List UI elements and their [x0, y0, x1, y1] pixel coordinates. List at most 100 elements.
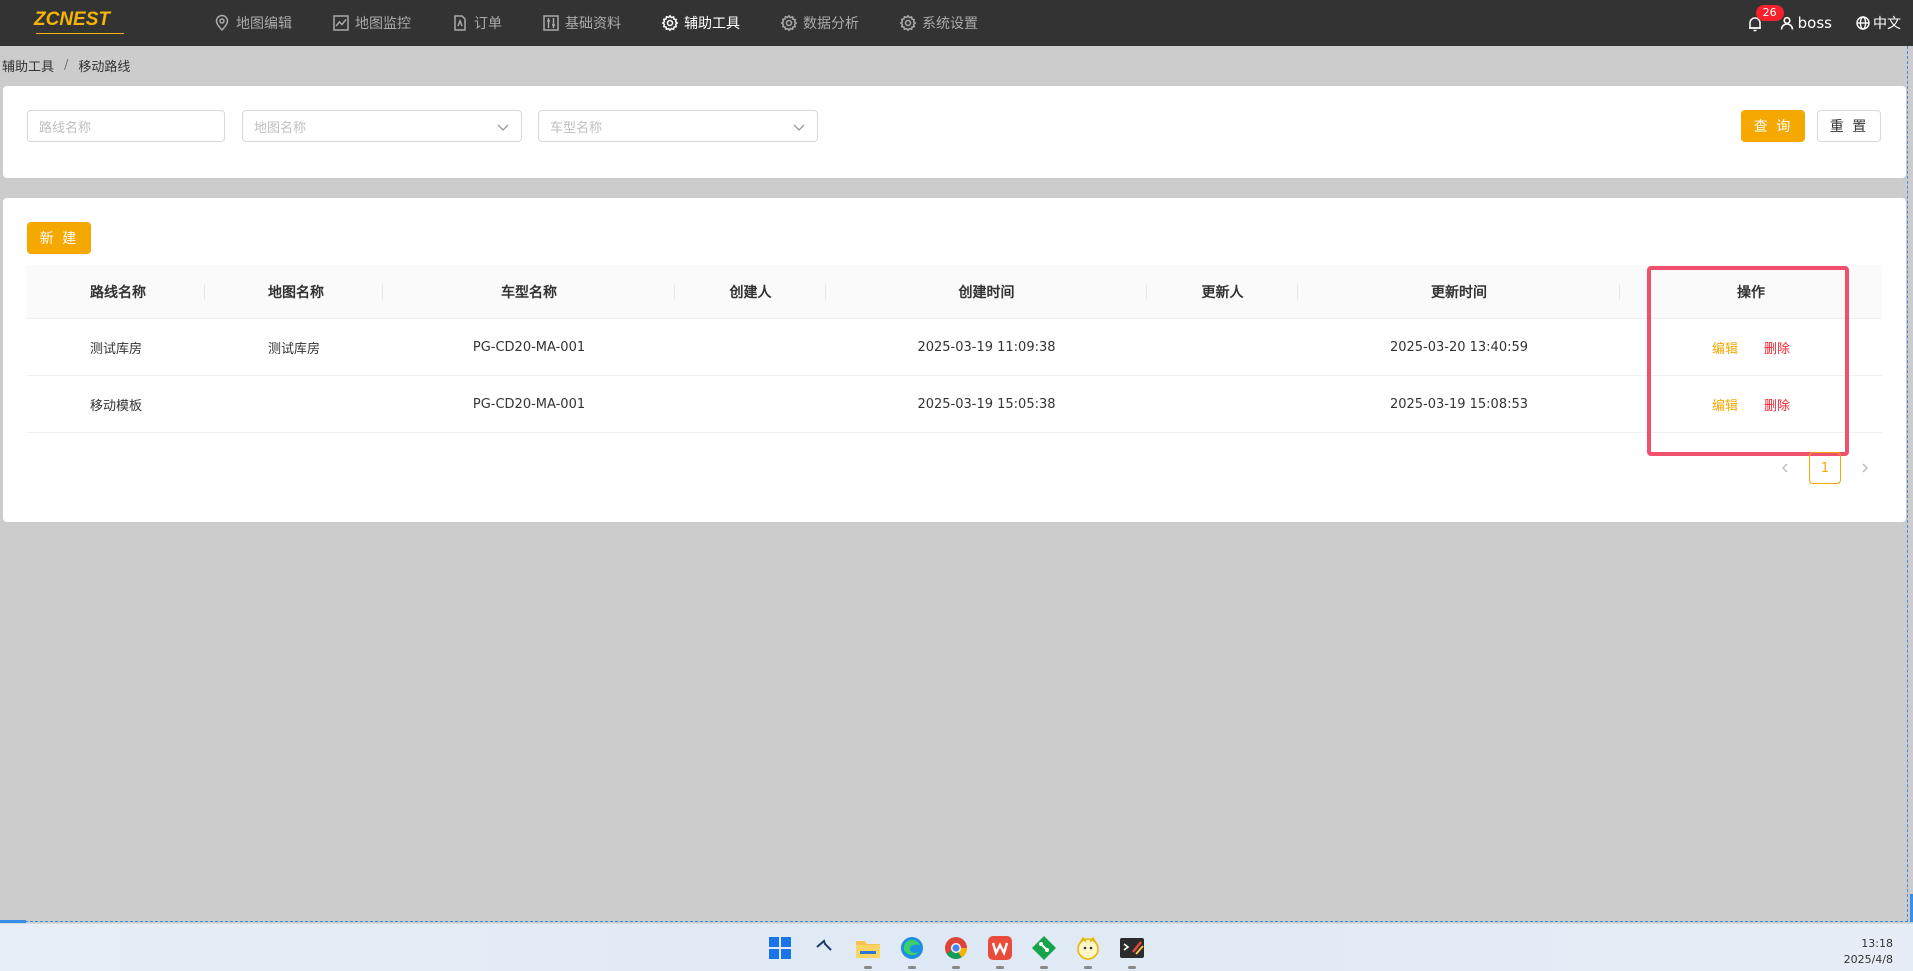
column-header-created-time: 创建时间 [826, 265, 1147, 318]
query-button[interactable]: 查 询 [1741, 110, 1805, 142]
nav-label: 数据分析 [803, 16, 859, 32]
column-header-updated-time: 更新时间 [1298, 265, 1620, 318]
language-label: 中文 [1873, 16, 1901, 32]
gear-icon [780, 14, 798, 32]
nav-label: 地图编辑 [236, 16, 292, 32]
user-name: boss [1797, 14, 1832, 32]
delete-link[interactable]: 删除 [1764, 395, 1790, 414]
reset-button[interactable]: 重 置 [1817, 110, 1881, 142]
running-indicator [1084, 966, 1092, 969]
chevron-down-icon [793, 124, 805, 131]
nav-item-system-settings[interactable]: 系统设置 [899, 0, 978, 46]
taskbar: 13:18 2025/4/8 [0, 923, 1913, 971]
cell-map-name: 测试库房 [268, 341, 321, 357]
app-logo[interactable]: ZCNEST [34, 9, 126, 35]
nav-item-map-monitor[interactable]: 地图监控 [332, 0, 411, 46]
running-indicator [1040, 966, 1048, 969]
running-indicator [996, 966, 1004, 969]
route-table-panel: 新 建 路线名称 地图名称 车型名称 创建人 创建时间 更新人 更新时间 操作 … [3, 198, 1906, 522]
route-table: 路线名称 地图名称 车型名称 创建人 创建时间 更新人 更新时间 操作 测试库房… [27, 265, 1882, 433]
edit-link[interactable]: 编辑 [1712, 338, 1738, 357]
clock-date: 2025/4/8 [1843, 953, 1893, 966]
filter-panel: 路线名称 地图名称 车型名称 查 询 重 置 [3, 86, 1906, 178]
notification-badge: 26 [1755, 5, 1784, 21]
main-nav: 地图编辑 地图监控 订单 基础资料 辅助工具 数据分析 系统设置 [213, 0, 1018, 46]
nav-label: 系统设置 [922, 16, 978, 32]
cell-actions: 编辑 删除 [1620, 376, 1882, 432]
windows-start-icon[interactable] [764, 932, 796, 964]
document-icon [454, 15, 466, 31]
route-name-placeholder: 路线名称 [39, 120, 92, 136]
cell-route-name: 测试库房 [90, 341, 143, 357]
table-header: 路线名称 地图名称 车型名称 创建人 创建时间 更新人 更新时间 操作 [27, 265, 1882, 319]
page-number-current[interactable]: 1 [1809, 452, 1841, 484]
cell-vehicle-type: PG-CD20-MA-001 [472, 396, 586, 412]
file-explorer-icon[interactable] [852, 932, 884, 969]
column-header-creator: 创建人 [675, 265, 826, 318]
nav-item-map-edit[interactable]: 地图编辑 [213, 0, 292, 46]
vehicle-type-select[interactable]: 车型名称 [538, 110, 818, 142]
user-menu[interactable]: boss [1780, 14, 1832, 32]
top-right-tools: 26 boss 中文 [1744, 0, 1913, 46]
terminal-app-icon[interactable] [1116, 932, 1148, 969]
table-row: 测试库房 测试库房 PG-CD20-MA-001 2025-03-19 11:0… [27, 319, 1882, 376]
globe-icon [1856, 16, 1870, 30]
nav-item-basic-data[interactable]: 基础资料 [542, 0, 621, 46]
line-chart-icon [333, 15, 349, 31]
chevron-left-icon [1782, 463, 1788, 473]
breadcrumb-separator: / [64, 58, 69, 73]
nav-item-orders[interactable]: 订单 [451, 0, 502, 46]
table-row: 移动模板 PG-CD20-MA-001 2025-03-19 15:05:38 … [27, 376, 1882, 433]
nav-label: 订单 [474, 16, 502, 32]
language-switcher[interactable]: 中文 [1856, 13, 1901, 33]
chevron-right-icon [1862, 463, 1868, 473]
wps-office-icon[interactable] [984, 932, 1016, 969]
breadcrumb-item-aux-tools[interactable]: 辅助工具 [2, 56, 54, 75]
cell-creator [675, 376, 826, 432]
edge-browser-icon[interactable] [896, 932, 928, 969]
nav-item-data-analysis[interactable]: 数据分析 [780, 0, 859, 46]
map-name-placeholder: 地图名称 [254, 120, 307, 136]
breadcrumb-item-current: 移动路线 [78, 60, 131, 75]
next-page-button[interactable] [1853, 456, 1877, 480]
running-indicator [864, 966, 872, 969]
logo-text: ZCNEST [34, 9, 110, 30]
edit-link[interactable]: 编辑 [1712, 395, 1738, 414]
taskbar-icons [764, 924, 1160, 971]
window-edge-right [1907, 46, 1908, 922]
route-name-input[interactable]: 路线名称 [27, 110, 225, 142]
cell-actions: 编辑 删除 [1620, 319, 1882, 375]
cell-creator [675, 319, 826, 375]
top-navigation-bar: ZCNEST 地图编辑 地图监控 订单 基础资料 辅助工具 数据分析 系统设置 … [0, 0, 1913, 46]
cell-map-name [205, 376, 383, 432]
column-header-route-name: 路线名称 [27, 265, 205, 318]
column-header-map-name: 地图名称 [205, 265, 383, 318]
pinned-app-icon[interactable] [808, 932, 840, 964]
sliders-icon [543, 15, 559, 31]
cell-updated-time: 2025-03-20 13:40:59 [1389, 339, 1529, 355]
running-indicator [952, 966, 960, 969]
nav-label: 地图监控 [355, 16, 411, 32]
running-indicator [1128, 966, 1136, 969]
system-clock[interactable]: 13:18 2025/4/8 [1844, 936, 1893, 968]
column-header-updater: 更新人 [1147, 265, 1298, 318]
chevron-down-icon [497, 124, 509, 131]
clock-time: 13:18 [1861, 937, 1893, 950]
cell-vehicle-type: PG-CD20-MA-001 [472, 339, 586, 355]
cell-route-name: 移动模板 [90, 398, 143, 414]
cell-updated-time: 2025-03-19 15:08:53 [1389, 396, 1529, 412]
notifications-button[interactable]: 26 [1744, 5, 1784, 34]
vehicle-type-placeholder: 车型名称 [550, 120, 603, 136]
chrome-browser-icon[interactable] [940, 932, 972, 969]
delete-link[interactable]: 删除 [1764, 338, 1790, 357]
cell-created-time: 2025-03-19 11:09:38 [917, 339, 1056, 355]
nav-label: 辅助工具 [684, 16, 740, 32]
mascot-app-icon[interactable] [1072, 932, 1104, 969]
git-app-icon[interactable] [1028, 932, 1060, 969]
nav-item-aux-tools[interactable]: 辅助工具 [661, 0, 740, 46]
breadcrumb: 辅助工具 / 移动路线 [2, 56, 130, 75]
map-name-select[interactable]: 地图名称 [242, 110, 522, 142]
new-route-button[interactable]: 新 建 [27, 222, 91, 254]
prev-page-button[interactable] [1773, 456, 1797, 480]
running-indicator [908, 966, 916, 969]
